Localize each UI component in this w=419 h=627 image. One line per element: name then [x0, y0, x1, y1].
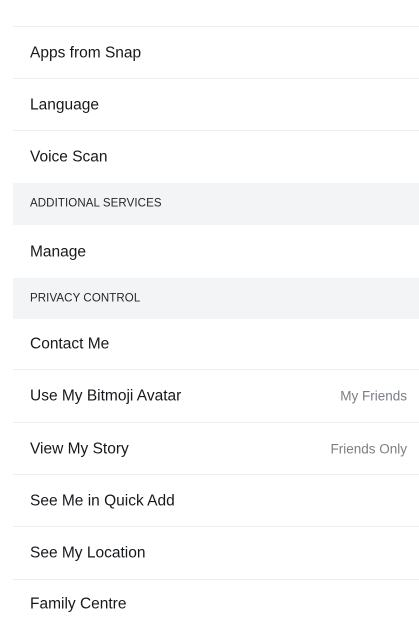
- settings-item-view-my-story[interactable]: View My Story Friends Only: [0, 423, 419, 474]
- settings-item-apps-from-snap[interactable]: Apps from Snap: [0, 27, 419, 78]
- settings-item-label: See Me in Quick Add: [30, 491, 175, 509]
- settings-item-label: View My Story: [30, 439, 129, 457]
- section-header-additional-services: ADDITIONAL SERVICES: [13, 183, 419, 225]
- settings-item-label: Use My Bitmoji Avatar: [30, 387, 182, 405]
- settings-item-voice-scan[interactable]: Voice Scan: [0, 131, 419, 183]
- settings-item-value: Friends Only: [330, 440, 407, 456]
- settings-item-label: Language: [30, 95, 99, 113]
- settings-item-see-my-location[interactable]: See My Location: [0, 527, 419, 579]
- settings-item-see-me-in-quick-add[interactable]: See Me in Quick Add: [0, 475, 419, 526]
- settings-item-family-centre[interactable]: Family Centre: [0, 580, 419, 627]
- settings-item-manage[interactable]: Manage: [0, 225, 419, 278]
- settings-item-contact-me[interactable]: Contact Me: [0, 319, 419, 369]
- settings-item-language[interactable]: Language: [0, 79, 419, 130]
- settings-list: Apps from Snap Language Voice Scan ADDIT…: [0, 0, 419, 627]
- section-title: ADDITIONAL SERVICES: [30, 197, 162, 210]
- settings-item-label: Voice Scan: [30, 148, 108, 166]
- previous-list-item[interactable]: [0, 0, 419, 26]
- settings-item-label: See My Location: [30, 544, 146, 562]
- settings-item-value: My Friends: [340, 388, 407, 404]
- section-title: PRIVACY CONTROL: [30, 291, 141, 304]
- settings-item-use-my-bitmoji-avatar[interactable]: Use My Bitmoji Avatar My Friends: [0, 370, 419, 422]
- settings-item-label: Family Centre: [30, 594, 127, 612]
- settings-item-label: Contact Me: [30, 335, 110, 353]
- settings-item-label: Apps from Snap: [30, 43, 142, 61]
- settings-item-label: Manage: [30, 242, 87, 260]
- section-header-privacy-control: PRIVACY CONTROL: [13, 278, 419, 319]
